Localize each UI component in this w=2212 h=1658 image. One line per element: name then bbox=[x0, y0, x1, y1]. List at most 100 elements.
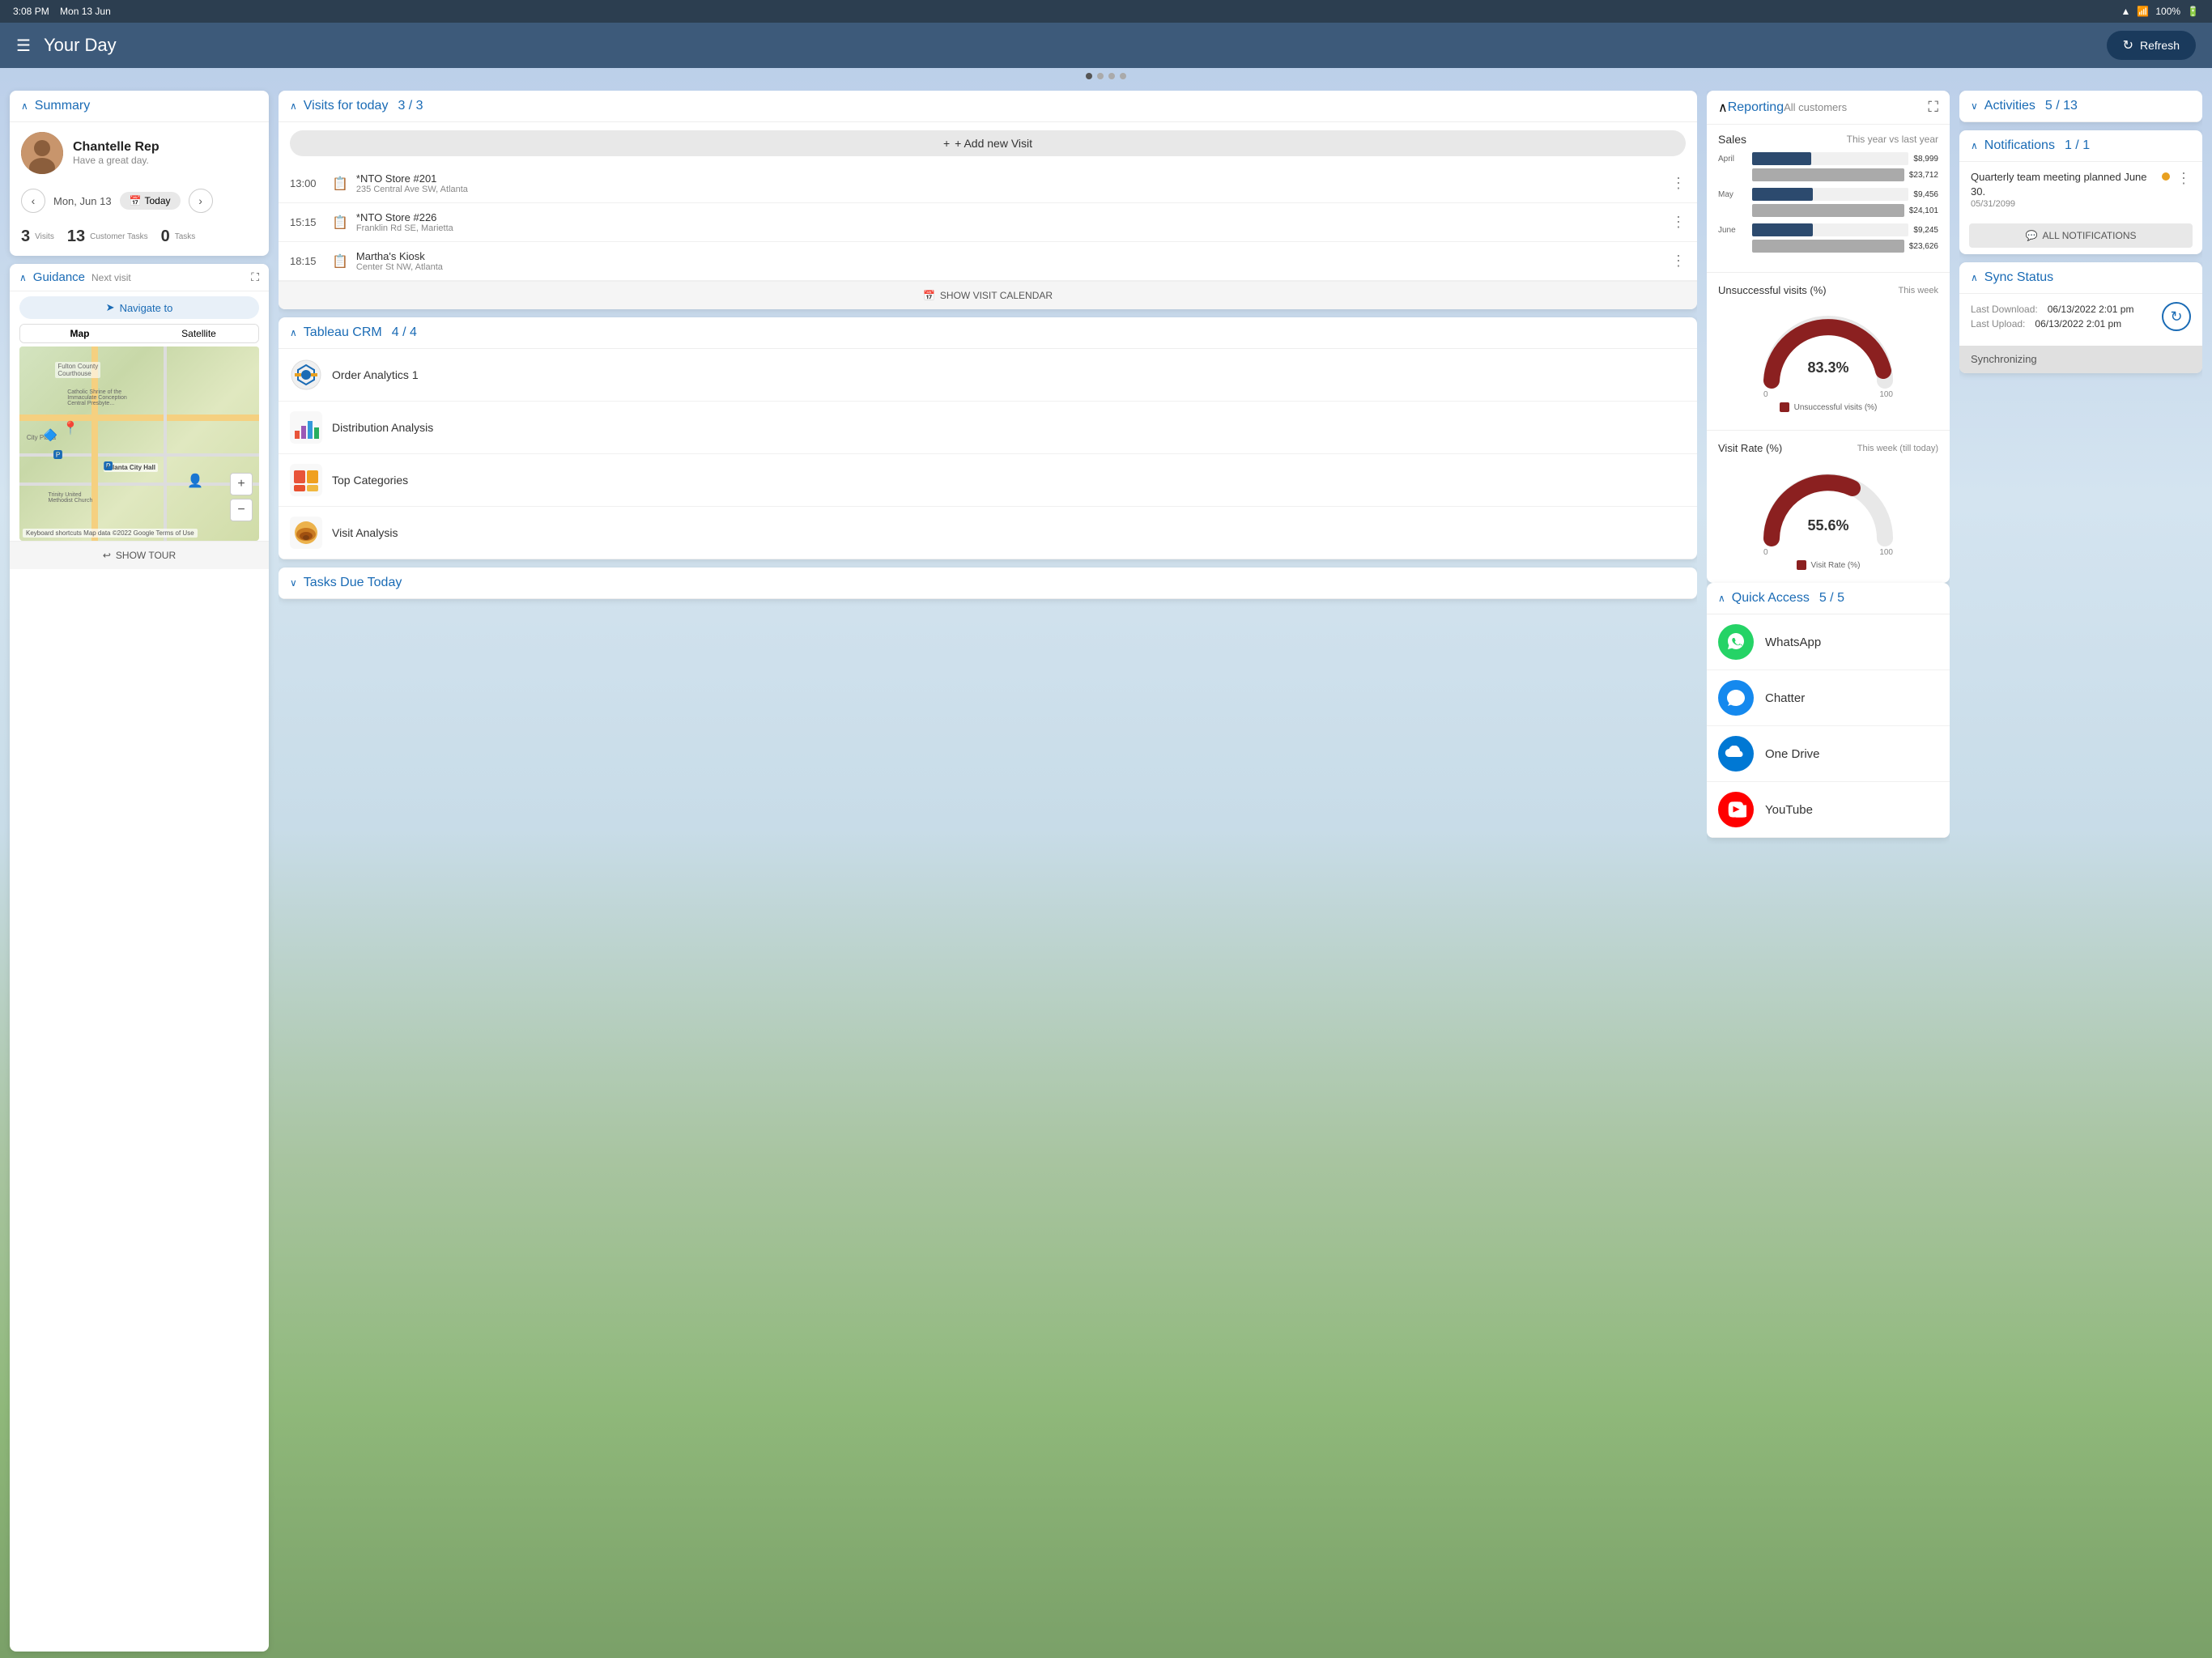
gauge-min-1: 0 bbox=[1763, 390, 1768, 399]
column-1: ∧ Summary Chantelle Rep Have a great day… bbox=[10, 91, 269, 1652]
gauge-visitrate-container: 55.6% 0 100 Visit Rate (%) bbox=[1718, 459, 1938, 576]
dot-4[interactable] bbox=[1120, 73, 1126, 79]
svg-text:83.3%: 83.3% bbox=[1807, 359, 1848, 376]
guidance-expand-icon[interactable]: ⛶ bbox=[251, 270, 259, 284]
summary-card: ∧ Summary Chantelle Rep Have a great day… bbox=[10, 91, 269, 256]
quick-label-youtube: YouTube bbox=[1765, 803, 1813, 817]
visits-collapse-icon[interactable]: ∧ bbox=[290, 100, 297, 112]
tasks-expand-icon[interactable]: ∨ bbox=[290, 577, 297, 589]
dot-3[interactable] bbox=[1108, 73, 1115, 79]
crm-header: ∧ Tableau CRM 4 / 4 bbox=[279, 317, 1697, 349]
summary-collapse-icon[interactable]: ∧ bbox=[21, 100, 28, 112]
visits-title: Visits for today bbox=[304, 99, 389, 113]
dot-2[interactable] bbox=[1097, 73, 1104, 79]
sync-refresh-icon[interactable]: ↻ bbox=[2162, 302, 2191, 331]
crm-label-3: Top Categories bbox=[332, 474, 408, 487]
visit-item-2[interactable]: 15:15 📋 *NTO Store #226 Franklin Rd SE, … bbox=[279, 203, 1697, 242]
notifications-title: Notifications bbox=[1984, 138, 2055, 153]
visit-more-2[interactable]: ⋮ bbox=[1671, 214, 1686, 231]
notifications-collapse-icon[interactable]: ∧ bbox=[1971, 140, 1978, 151]
notif-more-button[interactable]: ⋮ bbox=[2176, 170, 2191, 187]
bar-june-prev: $23,626 bbox=[1909, 242, 1938, 251]
quick-access-count: 5 / 5 bbox=[1819, 591, 1844, 606]
navigate-button[interactable]: ➤ Navigate to bbox=[19, 296, 259, 319]
gauge-unsuccessful-header: Unsuccessful visits (%) This week bbox=[1718, 284, 1938, 296]
crm-icon-1 bbox=[290, 359, 322, 391]
gauge-min-2: 0 bbox=[1763, 548, 1768, 557]
bar-may: May $9,456 $24,101 bbox=[1718, 188, 1938, 217]
quick-item-onedrive[interactable]: One Drive bbox=[1707, 726, 1950, 782]
crm-item-4[interactable]: Visit Analysis bbox=[279, 507, 1697, 559]
show-calendar-button[interactable]: 📅 SHOW VISIT CALENDAR bbox=[279, 281, 1697, 309]
notif-text: Quarterly team meeting planned June 30. bbox=[1971, 170, 2155, 199]
today-button[interactable]: 📅 Today bbox=[120, 192, 181, 210]
quick-item-chatter[interactable]: Chatter bbox=[1707, 670, 1950, 726]
gauge-unsuccessful-label: Unsuccessful visits (%) bbox=[1718, 284, 1827, 296]
stats-row: 3 Visits 13 Customer Tasks 0 Tasks bbox=[10, 221, 269, 256]
tasks-count: 0 bbox=[161, 227, 170, 246]
guidance-collapse-icon[interactable]: ∧ bbox=[19, 272, 27, 283]
visit-addr-1: 235 Central Ave SW, Atlanta bbox=[356, 185, 1663, 194]
crm-title: Tableau CRM bbox=[304, 325, 382, 340]
notifications-header: ∧ Notifications 1 / 1 bbox=[1959, 130, 2202, 162]
hamburger-icon[interactable]: ☰ bbox=[16, 36, 31, 56]
show-tour-button[interactable]: ↩ SHOW TOUR bbox=[10, 541, 269, 569]
activities-expand-icon[interactable]: ∨ bbox=[1971, 100, 1978, 112]
status-time-date: 3:08 PM Mon 13 Jun bbox=[13, 6, 111, 17]
visit-addr-2: Franklin Rd SE, Marietta bbox=[356, 223, 1663, 233]
svg-text:55.6%: 55.6% bbox=[1807, 517, 1848, 534]
quick-access-collapse-icon[interactable]: ∧ bbox=[1718, 593, 1725, 604]
customer-tasks-label: Customer Tasks bbox=[90, 232, 148, 242]
gauge-visitrate: Visit Rate (%) This week (till today) 55… bbox=[1707, 436, 1950, 583]
next-date-button[interactable]: › bbox=[189, 189, 213, 213]
main-content: ∧ Summary Chantelle Rep Have a great day… bbox=[0, 84, 2212, 1658]
activities-card: ∨ Activities 5 / 13 bbox=[1959, 91, 2202, 122]
battery-status: 100% bbox=[2155, 6, 2180, 17]
map-tab-satellite[interactable]: Satellite bbox=[139, 325, 258, 342]
visit-time-2: 15:15 bbox=[290, 216, 324, 228]
prev-date-button[interactable]: ‹ bbox=[21, 189, 45, 213]
map-tab-map[interactable]: Map bbox=[20, 325, 139, 342]
all-notifications-button[interactable]: 💬 ALL NOTIFICATIONS bbox=[1969, 223, 2193, 248]
dot-1[interactable] bbox=[1086, 73, 1092, 79]
nav-left: ☰ Your Day bbox=[16, 35, 117, 56]
sync-download-label: Last Download: bbox=[1971, 304, 2038, 315]
visit-item-3[interactable]: 18:15 📋 Martha's Kiosk Center St NW, Atl… bbox=[279, 242, 1697, 281]
map-zoom-out[interactable]: − bbox=[230, 499, 253, 521]
month-april: April bbox=[1718, 155, 1747, 164]
legend-label-1: Unsuccessful visits (%) bbox=[1794, 403, 1878, 412]
quick-item-whatsapp[interactable]: WhatsApp bbox=[1707, 614, 1950, 670]
page-title: Your Day bbox=[44, 35, 117, 56]
gauge-legend-1: Unsuccessful visits (%) bbox=[1780, 402, 1878, 412]
customer-tasks-stat: 13 Customer Tasks bbox=[67, 227, 161, 246]
add-visit-label: + Add new Visit bbox=[955, 137, 1032, 150]
visit-item-1[interactable]: 13:00 📋 *NTO Store #201 235 Central Ave … bbox=[279, 164, 1697, 203]
visit-more-3[interactable]: ⋮ bbox=[1671, 253, 1686, 270]
crm-item-2[interactable]: Distribution Analysis bbox=[279, 402, 1697, 454]
sync-header: ∧ Sync Status bbox=[1959, 262, 2202, 294]
map-tabs: Map Satellite bbox=[19, 324, 259, 343]
visit-icon-3: 📋 bbox=[332, 253, 348, 270]
gauge-unsuccessful-period: This week bbox=[1898, 286, 1938, 295]
reporting-collapse-icon[interactable]: ∧ bbox=[1718, 100, 1728, 116]
map-zoom-in[interactable]: + bbox=[230, 473, 253, 495]
add-visit-button[interactable]: + + Add new Visit bbox=[290, 130, 1686, 156]
calendar-icon: 📅 bbox=[923, 290, 935, 301]
sync-status-text: Synchronizing bbox=[1971, 353, 2037, 365]
gauge-visitrate-header: Visit Rate (%) This week (till today) bbox=[1718, 442, 1938, 454]
crm-collapse-icon[interactable]: ∧ bbox=[290, 327, 297, 338]
gauge-legend-2: Visit Rate (%) bbox=[1797, 560, 1861, 570]
visit-info-3: Martha's Kiosk Center St NW, Atlanta bbox=[356, 250, 1663, 272]
visit-more-1[interactable]: ⋮ bbox=[1671, 175, 1686, 192]
status-time: 3:08 PM bbox=[13, 6, 49, 17]
sync-collapse-icon[interactable]: ∧ bbox=[1971, 272, 1978, 283]
legend-label-2: Visit Rate (%) bbox=[1811, 561, 1861, 570]
legend-color-2 bbox=[1797, 560, 1806, 570]
crm-item-3[interactable]: Top Categories bbox=[279, 454, 1697, 507]
reporting-title: Reporting bbox=[1728, 100, 1784, 115]
visits-count-badge: 3 / 3 bbox=[398, 99, 423, 113]
refresh-button[interactable]: ↻ Refresh bbox=[2107, 31, 2196, 60]
crm-item-1[interactable]: Order Analytics 1 bbox=[279, 349, 1697, 402]
quick-item-youtube[interactable]: YouTube bbox=[1707, 782, 1950, 838]
fullscreen-icon[interactable]: ⛶ bbox=[1928, 99, 1938, 116]
